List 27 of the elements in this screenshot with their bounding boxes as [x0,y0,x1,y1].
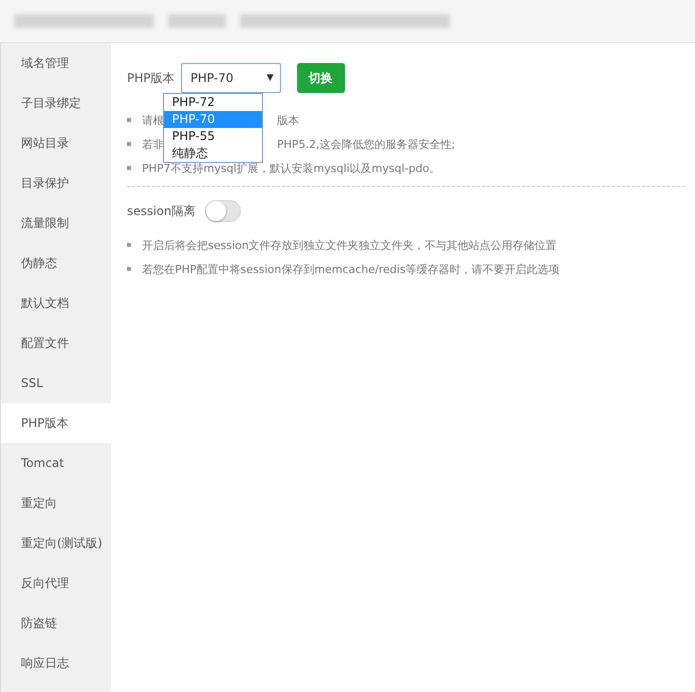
sidebar-item[interactable]: 重定向 [1,483,111,523]
session-label: session隔离 [127,202,196,220]
sidebar-item[interactable]: 流量限制 [1,203,111,243]
sidebar-item[interactable]: PHP版本 [1,403,111,443]
sidebar-item[interactable]: 目录保护 [1,163,111,203]
sidebar-item[interactable]: SSL [1,363,111,403]
sidebar-item[interactable]: 子目录绑定 [1,83,111,123]
sidebar-item[interactable]: 域名管理 [1,43,111,83]
note-text: 开启后将会把session文件存放到独立文件夹独立文件夹，不与其他站点公用存储位置 [142,238,557,252]
note-text: 若非 [142,138,164,150]
sidebar-item[interactable]: 反向代理 [1,563,111,603]
sidebar-item[interactable]: Tomcat [1,443,111,483]
sidebar-item[interactable]: 配置文件 [1,323,111,363]
sidebar-item[interactable]: 网站目录 [1,123,111,163]
note-text: PHP7不支持mysql扩展，默认安装mysqli以及mysql-pdo。 [142,162,440,174]
session-toggle[interactable] [205,200,242,222]
php-version-select[interactable]: PHP-70 ▼ [180,63,280,93]
php-version-label: PHP版本 [127,70,174,86]
note-text: PHP5.2,这会降低您的服务器安全性; [277,136,456,152]
note-text: 版本 [277,112,299,128]
note-text: 若您在PHP配置中将session保存到memcache/redis等缓存器时，请不要开启此选项 [142,262,560,276]
sidebar-item[interactable]: 重定向(测试版) [1,523,111,563]
sidebar-item[interactable]: 防盗链 [1,603,111,643]
note-text: 请根 [142,114,164,126]
sidebar-item[interactable]: 默认文档 [1,283,111,323]
sidebar-item[interactable]: 响应日志 [1,643,111,683]
sidebar-item[interactable]: 伪静态 [1,243,111,283]
